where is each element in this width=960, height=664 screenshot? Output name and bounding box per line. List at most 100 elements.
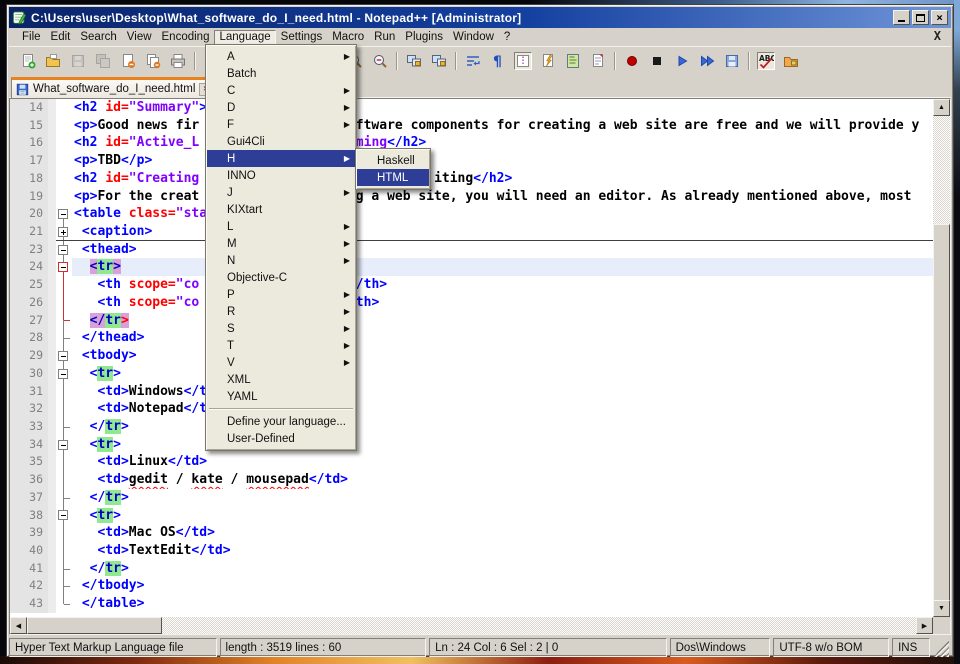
fold-margin[interactable] <box>56 152 72 170</box>
vertical-scroll-thumb[interactable] <box>933 224 950 601</box>
bookmark-margin[interactable] <box>48 383 56 401</box>
bookmark-margin[interactable] <box>48 241 56 259</box>
bookmark-margin[interactable] <box>48 347 56 365</box>
horizontal-scrollbar[interactable]: ◀ ▶ <box>10 617 933 634</box>
menu-item-gui4cli[interactable]: Gui4Cli <box>207 133 355 150</box>
bookmark-margin[interactable] <box>48 489 56 507</box>
fold-margin[interactable] <box>56 258 72 276</box>
code-line-40[interactable]: 40 <td>TextEdit</td> <box>10 542 933 560</box>
bookmark-margin[interactable] <box>48 595 56 613</box>
menubar-item-encoding[interactable]: Encoding <box>157 30 215 45</box>
menubar-item-run[interactable]: Run <box>369 30 400 45</box>
menubar-item-plugins[interactable]: Plugins <box>400 30 448 45</box>
scroll-right-button[interactable]: ▶ <box>916 617 933 634</box>
code-line-20[interactable]: 20<table class="standard"> <box>10 205 933 223</box>
bookmark-margin[interactable] <box>48 436 56 454</box>
menu-item-t[interactable]: T▶ <box>207 337 355 354</box>
menu-item-kixtart[interactable]: KIXtart <box>207 201 355 218</box>
macro-record-button[interactable] <box>623 52 641 70</box>
menubar-item-window[interactable]: Window <box>448 30 499 45</box>
fold-margin[interactable] <box>56 312 72 330</box>
bookmark-margin[interactable] <box>48 471 56 489</box>
bookmark-margin[interactable] <box>48 258 56 276</box>
fold-margin[interactable] <box>56 383 72 401</box>
minimize-button[interactable] <box>893 10 910 25</box>
bookmark-margin[interactable] <box>48 329 56 347</box>
new-file-button[interactable] <box>19 52 37 70</box>
fold-margin[interactable] <box>56 188 72 206</box>
macro-save-button[interactable] <box>723 52 741 70</box>
menubar-item-macro[interactable]: Macro <box>327 30 369 45</box>
bookmark-margin[interactable] <box>48 365 56 383</box>
bookmark-margin[interactable] <box>48 99 56 117</box>
bookmark-margin[interactable] <box>48 205 56 223</box>
menubar-item-edit[interactable]: Edit <box>46 30 76 45</box>
menu-item-objective-c[interactable]: Objective-C <box>207 269 355 286</box>
menu-item-yaml[interactable]: YAML <box>207 388 355 405</box>
code-line-21[interactable]: 21 <caption> <box>10 223 933 241</box>
code-line-35[interactable]: 35 <td>Linux</td> <box>10 453 933 471</box>
menu-item-user-defined[interactable]: User-Defined <box>207 430 355 447</box>
bookmark-margin[interactable] <box>48 577 56 595</box>
fold-margin[interactable] <box>56 223 72 241</box>
word-wrap-button[interactable] <box>464 52 482 70</box>
code-line-24[interactable]: 24 <tr> <box>10 258 933 276</box>
bookmark-margin[interactable] <box>48 507 56 525</box>
menu-item-haskell[interactable]: Haskell <box>357 152 429 169</box>
fold-margin[interactable] <box>56 560 72 578</box>
fold-collapse-icon[interactable] <box>58 209 68 219</box>
fold-margin[interactable] <box>56 453 72 471</box>
close-button[interactable]: × <box>931 10 948 25</box>
bookmark-margin[interactable] <box>48 188 56 206</box>
bookmark-margin[interactable] <box>48 453 56 471</box>
menu-item-f[interactable]: F▶ <box>207 116 355 133</box>
bookmark-margin[interactable] <box>48 294 56 312</box>
menu-item-a[interactable]: A▶ <box>207 48 355 65</box>
bookmark-margin[interactable] <box>48 312 56 330</box>
function-list-button[interactable] <box>539 52 557 70</box>
fold-collapse-icon[interactable] <box>58 262 68 272</box>
code-line-34[interactable]: 34 <tr> <box>10 436 933 454</box>
code-line-32[interactable]: 32 <td>Notepad</td> <box>10 400 933 418</box>
bookmark-margin[interactable] <box>48 170 56 188</box>
code-line-42[interactable]: 42 </tbody> <box>10 577 933 595</box>
menu-item-s[interactable]: S▶ <box>207 320 355 337</box>
menu-item-batch[interactable]: Batch <box>207 65 355 82</box>
code-line-19[interactable]: 19<p>For the creat g a web site, you wil… <box>10 188 933 206</box>
menubar-item-settings[interactable]: Settings <box>276 30 328 45</box>
fold-collapse-icon[interactable] <box>58 245 68 255</box>
fold-margin[interactable] <box>56 471 72 489</box>
menubar-item-language[interactable]: Language <box>214 30 275 45</box>
menubar-item-?[interactable]: ? <box>499 30 515 45</box>
code-line-18[interactable]: 18<h2 id="Creating iting</h2> <box>10 170 933 188</box>
fold-margin[interactable] <box>56 436 72 454</box>
close-file-button[interactable] <box>119 52 137 70</box>
fold-margin[interactable] <box>56 294 72 312</box>
menu-item-p[interactable]: P▶ <box>207 286 355 303</box>
show-all-characters-button[interactable]: ¶ <box>489 52 507 70</box>
document-switcher-button[interactable] <box>589 52 607 70</box>
code-line-17[interactable]: 17<p>TBD</p> <box>10 152 933 170</box>
menu-item-n[interactable]: N▶ <box>207 252 355 269</box>
bookmark-margin[interactable] <box>48 152 56 170</box>
fold-margin[interactable] <box>56 365 72 383</box>
zoom-out-button[interactable] <box>371 52 389 70</box>
close-all-button[interactable] <box>144 52 162 70</box>
code-line-26[interactable]: 26 <th scope="co th> <box>10 294 933 312</box>
code-line-39[interactable]: 39 <td>Mac OS</td> <box>10 524 933 542</box>
menubar-item-search[interactable]: Search <box>75 30 121 45</box>
menubar-item-file[interactable]: File <box>17 30 46 45</box>
fold-margin[interactable] <box>56 99 72 117</box>
sync-vertical-button[interactable] <box>405 52 423 70</box>
code-line-36[interactable]: 36 <td>gedit / kate / mousepad</td> <box>10 471 933 489</box>
fold-margin[interactable] <box>56 329 72 347</box>
fold-margin[interactable] <box>56 577 72 595</box>
menu-item-inno[interactable]: INNO <box>207 167 355 184</box>
bookmark-margin[interactable] <box>48 117 56 135</box>
bookmark-margin[interactable] <box>48 134 56 152</box>
fold-expand-icon[interactable] <box>58 227 68 237</box>
menu-item-r[interactable]: R▶ <box>207 303 355 320</box>
fold-margin[interactable] <box>56 524 72 542</box>
code-line-16[interactable]: 16<h2 id="Active_L ming</h2> <box>10 134 933 152</box>
fold-collapse-icon[interactable] <box>58 440 68 450</box>
